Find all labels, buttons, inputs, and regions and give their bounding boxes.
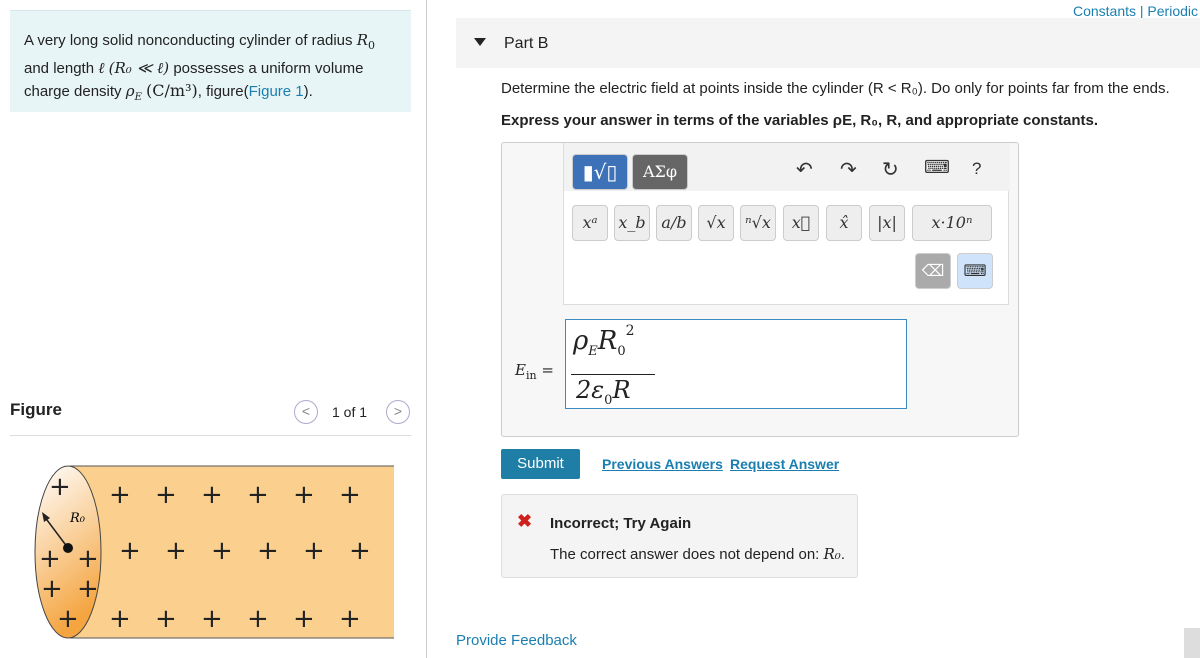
numerator: ρER02	[573, 323, 635, 360]
plus-charge: +	[247, 480, 269, 510]
answer-editor: ▮√▯ ΑΣφ ↶ ↷ ↻ ⌨ ? xᵃ x_b a/b √x ⁿ√x x⃗ x̂ |x| x·…	[501, 142, 1019, 437]
units: (C/m³)	[146, 81, 198, 100]
problem-statement: A very long solid nonconducting cylinder…	[10, 10, 411, 112]
denominator: 2ε0R	[576, 376, 631, 408]
text: and length	[24, 60, 99, 77]
plus-charge: +	[293, 604, 315, 634]
condition: (R₀ ≪ ℓ)	[108, 59, 170, 77]
plus-charge: +	[303, 536, 325, 566]
submit-button[interactable]: Submit	[501, 449, 580, 479]
plus-charge: +	[77, 544, 99, 574]
plus-charge: +	[201, 480, 223, 510]
plus-charge: +	[77, 574, 99, 604]
feedback-message: The correct answer does not depend on: R…	[550, 545, 845, 563]
abs-button[interactable]: |x|	[869, 205, 905, 241]
plus-charge: +	[339, 480, 361, 510]
plus-charge: +	[41, 574, 63, 604]
next-figure-button[interactable]: >	[386, 400, 410, 424]
help-icon[interactable]: ?	[972, 159, 981, 179]
r0: R0	[356, 31, 375, 52]
math-toolbar: ▮√▯ ΑΣφ ↶ ↷ ↻ ⌨ ? xᵃ x_b a/b √x ⁿ√x x⃗ x̂ |x| x·…	[563, 143, 1010, 305]
question-text: Determine the electric field at points i…	[501, 80, 1170, 97]
undo-icon[interactable]: ↶	[796, 157, 813, 182]
keyboard-toggle-button[interactable]: ⌨	[957, 253, 993, 289]
answer-label: Ein =	[515, 361, 554, 382]
plus-charge: +	[165, 536, 187, 566]
redo-icon[interactable]: ↷	[840, 157, 857, 182]
plus-charge: +	[119, 536, 141, 566]
figure-count: 1 of 1	[332, 404, 368, 420]
incorrect-icon: ✖	[517, 511, 533, 531]
subscript-button[interactable]: x_b	[614, 205, 650, 241]
plus-charge: +	[257, 536, 279, 566]
part-label: Part B	[504, 35, 549, 52]
text: ).	[303, 83, 313, 100]
left-panel: A very long solid nonconducting cylinder…	[0, 0, 427, 658]
text: A very long solid nonconducting cylinder…	[24, 32, 357, 49]
greek-symbols-button[interactable]: ΑΣφ	[632, 154, 688, 190]
constants-link[interactable]: Constants | Periodic	[1073, 3, 1198, 19]
vector-button[interactable]: x⃗	[783, 205, 819, 241]
figure-title: Figure	[10, 400, 62, 419]
text: , figure(	[197, 83, 249, 100]
nth-root-button[interactable]: ⁿ√x	[740, 205, 776, 241]
plus-charge: +	[49, 472, 71, 502]
request-answer-link[interactable]: Request Answer	[730, 456, 839, 472]
reset-icon[interactable]: ↻	[882, 157, 899, 182]
templates-button[interactable]: ▮√▯	[572, 154, 628, 190]
plus-charge: +	[211, 536, 233, 566]
ell: ℓ	[98, 59, 105, 77]
sqrt-button[interactable]: √x	[698, 205, 734, 241]
right-panel: Constants | Periodic Part B Determine th…	[428, 0, 1200, 658]
cylinder-figure: R₀ + + + + + + ++ + + + + + + ++ ++ + + + + + +	[34, 465, 394, 639]
feedback-title: Incorrect; Try Again	[550, 515, 692, 532]
express-instructions: Express your answer in terms of the vari…	[501, 112, 1099, 129]
keyboard-icon[interactable]: ⌨	[924, 157, 950, 178]
plus-charge: +	[201, 604, 223, 634]
plus-charge: +	[57, 604, 79, 634]
plus-charge: +	[155, 604, 177, 634]
plus-charge: +	[109, 480, 131, 510]
prev-figure-button[interactable]: <	[294, 400, 318, 424]
plus-charge: +	[293, 480, 315, 510]
fraction-bar	[571, 374, 655, 375]
rho: ρE	[125, 82, 142, 103]
plus-charge: +	[349, 536, 371, 566]
plus-charge: +	[39, 544, 61, 574]
previous-answers-link[interactable]: Previous Answers	[602, 456, 723, 472]
plus-charge: +	[109, 604, 131, 634]
text: possesses a uniform volume	[169, 60, 364, 77]
fraction-button[interactable]: a/b	[656, 205, 692, 241]
superscript-button[interactable]: xᵃ	[572, 205, 608, 241]
provide-feedback-link[interactable]: Provide Feedback	[456, 632, 577, 649]
plus-charge: +	[155, 480, 177, 510]
part-header[interactable]: Part B	[456, 18, 1200, 68]
plus-charge: +	[339, 604, 361, 634]
figure-link[interactable]: Figure 1	[249, 83, 304, 100]
text: charge density	[24, 83, 126, 100]
unit-vector-button[interactable]: x̂	[826, 205, 862, 241]
answer-input[interactable]: ρER02 2ε0R	[565, 319, 907, 409]
plus-charge: +	[247, 604, 269, 634]
scrollbar[interactable]	[1184, 628, 1200, 658]
backspace-button[interactable]: ⌫	[915, 253, 951, 289]
feedback-box: ✖ Incorrect; Try Again The correct answe…	[501, 494, 858, 578]
scientific-notation-button[interactable]: x·10ⁿ	[912, 205, 992, 241]
collapse-triangle-icon[interactable]	[474, 38, 486, 46]
figure-header: Figure < 1 of 1 >	[10, 396, 411, 436]
radius-label: R₀	[69, 511, 86, 526]
